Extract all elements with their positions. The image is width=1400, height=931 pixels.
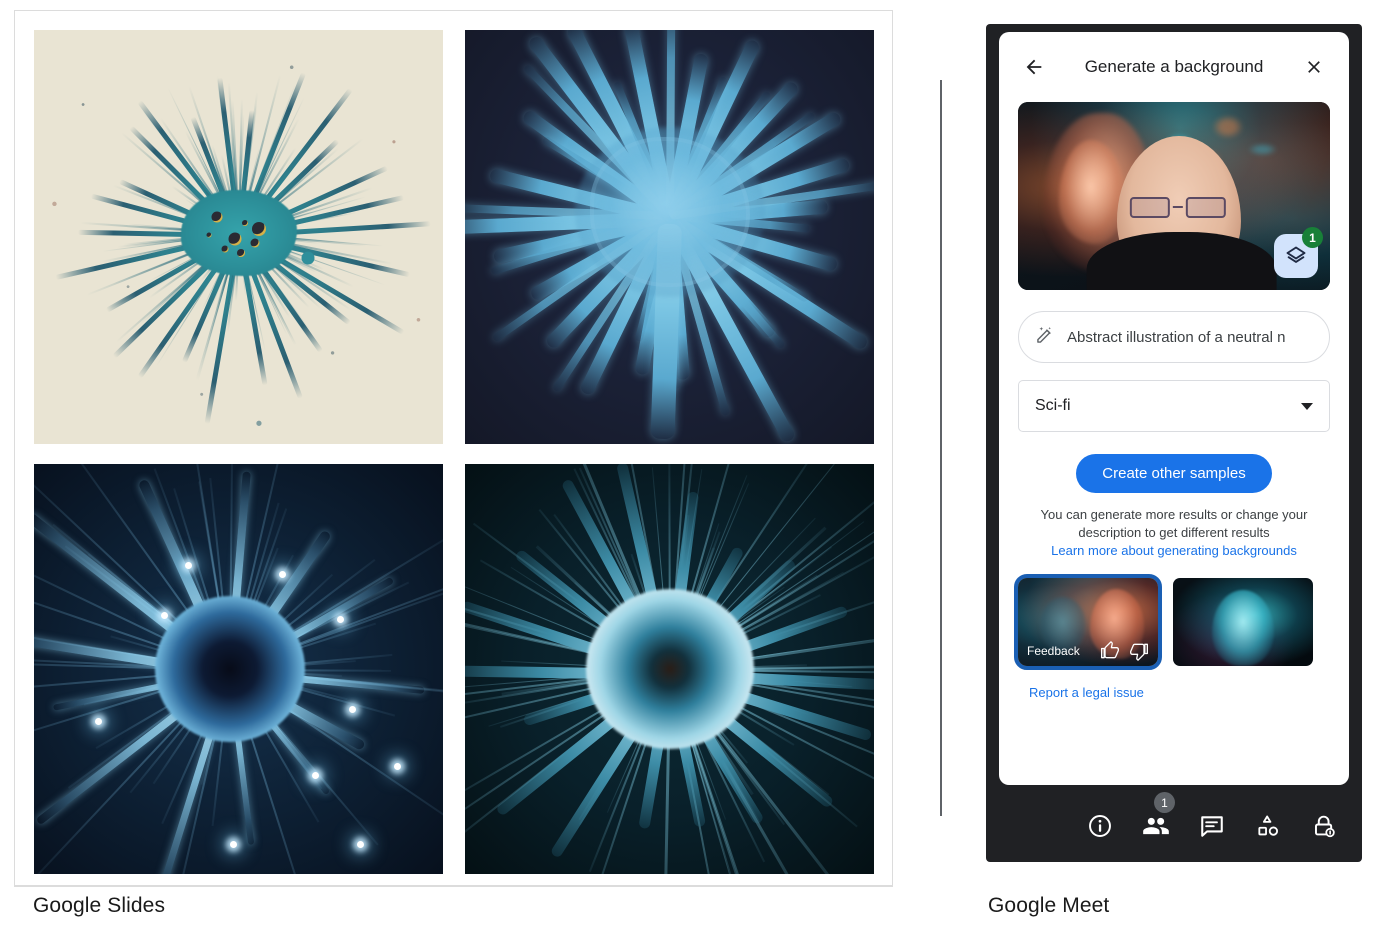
neuron-nucleus [585,589,754,749]
google-slides-canvas [14,10,893,886]
report-legal-issue-link[interactable]: Report a legal issue [1029,685,1144,700]
slide-image-4[interactable] [465,464,874,874]
arrow-back-icon[interactable] [1017,50,1051,84]
slides-caption: Google Slides [33,894,166,917]
sample-thumbnail-1[interactable]: Feedback [1014,574,1162,671]
prompt-value: Abstract illustration of a neutral n [1067,328,1286,346]
dialog-header: Generate a background [999,32,1349,102]
synapse-spark [160,611,168,619]
glasses-bridge [1172,206,1183,208]
sample-thumbnails: Feedback [1014,574,1330,671]
slide-image-1[interactable] [34,30,443,444]
vacuole [221,245,228,253]
chevron-down-icon [1301,402,1313,410]
slide-image-2[interactable] [465,30,874,444]
thumb-up-icon[interactable] [1100,641,1120,661]
vacuole [206,232,211,238]
neuron-nucleus [155,596,306,742]
create-other-samples-button[interactable]: Create other samples [1076,454,1272,493]
glasses-lens-left [1129,196,1170,218]
vacuole [251,221,266,236]
meet-caption: Google Meet [988,894,1110,917]
close-icon[interactable] [1297,50,1331,84]
sample-thumbnail-2[interactable] [1173,578,1313,667]
magic-wand-icon [1035,325,1055,350]
dialog-title: Generate a background [1084,57,1264,76]
vacuole [236,248,245,257]
synapse-spark [312,771,320,779]
screenshot-root: Google Slides Generate a background 1 Ab… [0,0,1400,931]
feedback-bar: Feedback [1018,636,1158,666]
vacuole [211,211,222,223]
vacuole [228,232,241,246]
image-grid [34,30,874,874]
synapse-spark [279,570,287,578]
generate-background-dialog: Generate a background 1 Abstract illustr… [999,32,1349,785]
caption-divider [14,886,893,887]
meeting-details-icon[interactable] [1084,810,1116,842]
video-self-preview[interactable]: 1 [1018,102,1330,290]
vacuole [241,219,248,226]
style-select[interactable]: Sci-fi [1018,380,1330,432]
vertical-divider [940,80,942,816]
chat-icon[interactable] [1196,810,1228,842]
vacuole [250,238,259,248]
layers-button-wrapper: 1 [1274,227,1323,278]
people-icon[interactable]: 1 [1140,792,1175,842]
meet-bottom-bar: 1 [986,790,1362,862]
sample-2-face [1212,590,1274,667]
slide-image-3[interactable] [34,464,443,874]
synapse-spark [336,615,344,623]
glasses-lens-right [1185,196,1226,218]
helper-text: You can generate more results or change … [1040,507,1308,540]
activities-icon[interactable] [1252,810,1284,842]
people-count-badge: 1 [1154,792,1175,813]
neuron-core-glow [574,127,765,298]
prompt-input[interactable]: Abstract illustration of a neutral n [1018,311,1330,363]
thumb-down-icon[interactable] [1129,641,1149,661]
host-controls-lock-icon[interactable] [1308,810,1340,842]
style-select-value: Sci-fi [1035,397,1071,414]
feedback-label: Feedback [1027,644,1080,659]
participant-glasses [1129,196,1226,218]
learn-more-link[interactable]: Learn more about generating backgrounds [999,543,1349,558]
layers-count-badge: 1 [1302,227,1323,248]
synapse-spark [348,705,356,713]
